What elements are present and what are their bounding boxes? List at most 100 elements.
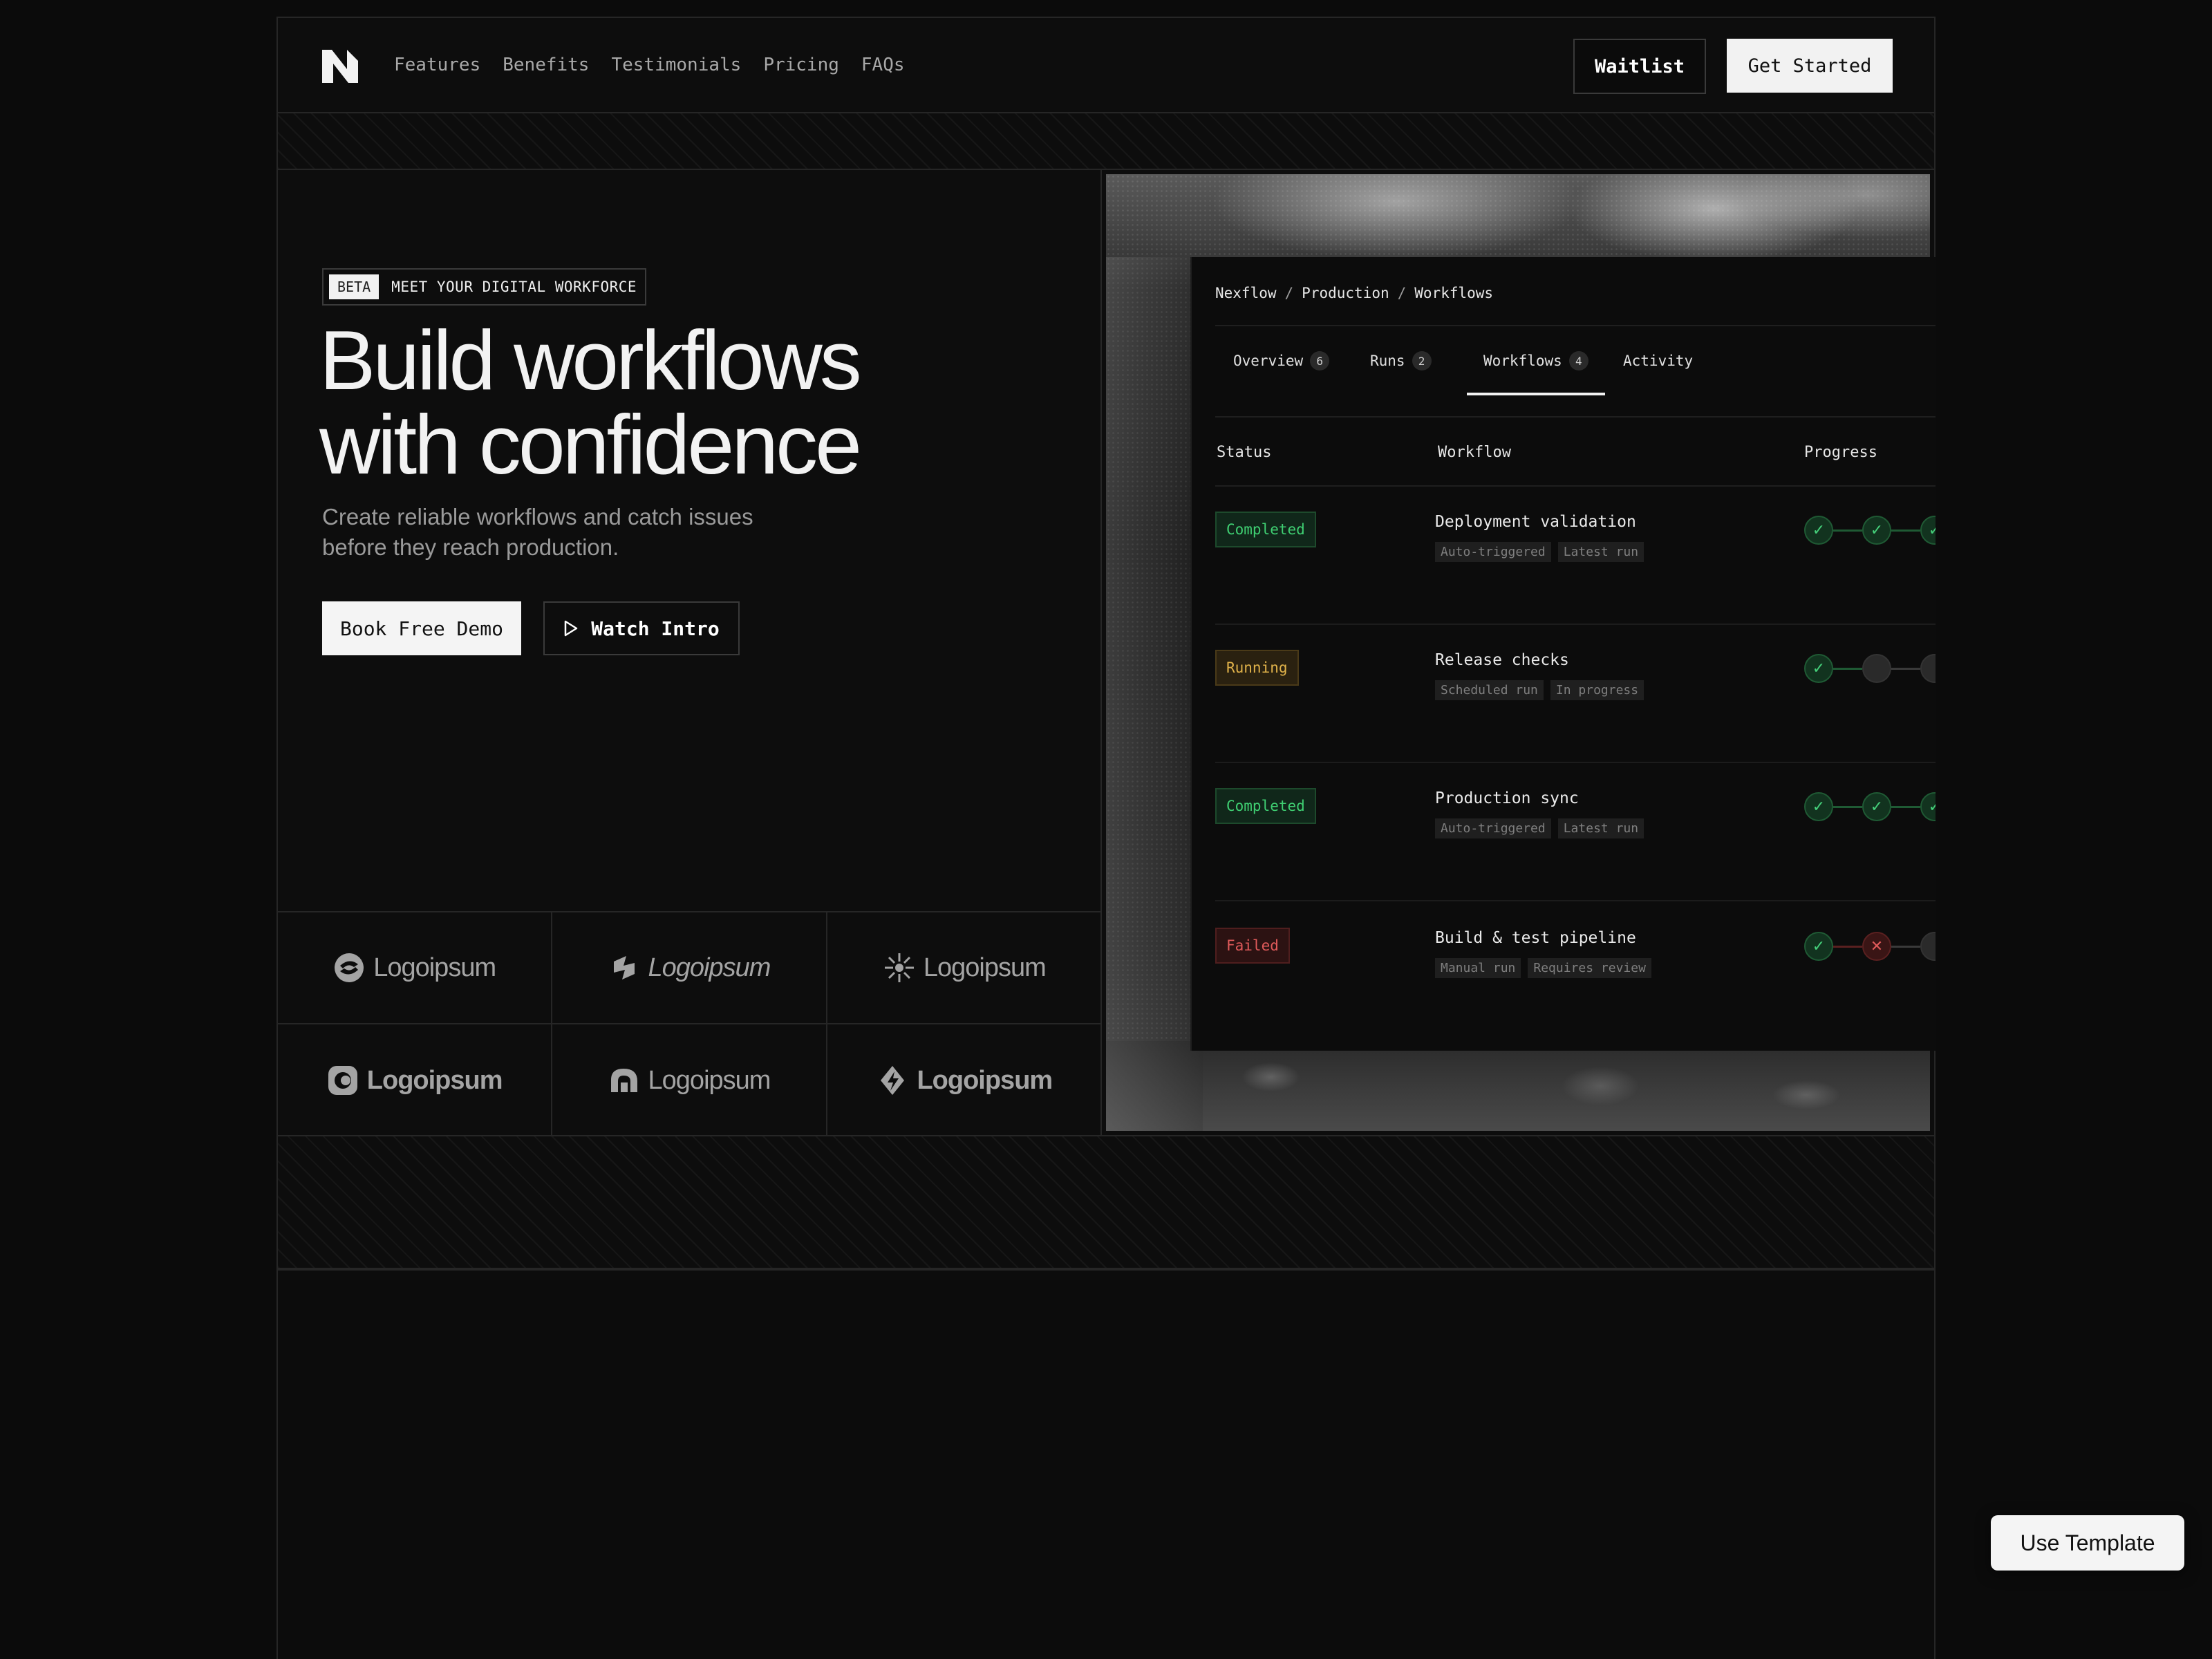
tab-overview[interactable]: Overview 6 [1233, 326, 1330, 395]
tag: Manual run [1435, 958, 1521, 978]
nav-link-testimonials[interactable]: Testimonials [611, 55, 741, 75]
step-connector [1833, 805, 1862, 808]
nav-link-pricing[interactable]: Pricing [763, 55, 839, 75]
watch-intro-label: Watch Intro [591, 617, 720, 640]
tag: In progress [1550, 680, 1644, 700]
nav-link-features[interactable]: Features [394, 55, 480, 75]
tab-runs[interactable]: Runs 2 [1370, 326, 1432, 395]
workflow-name[interactable]: Deployment validation [1435, 513, 1636, 531]
use-template-button[interactable]: Use Template [1991, 1515, 2184, 1571]
pending-step-icon [1862, 654, 1891, 683]
logo-text: Logoipsum [366, 1065, 503, 1095]
brand-logo-icon[interactable] [321, 48, 359, 84]
column-header-workflow[interactable]: Workflow [1438, 444, 1511, 461]
step-connector [1833, 529, 1862, 532]
workflow-tags: Auto-triggered Latest run [1435, 818, 1644, 838]
logo-cell: Logoipsum [278, 1024, 553, 1136]
step-connector [1891, 805, 1920, 808]
breadcrumb: Nexflow / Production / Workflows [1215, 285, 1493, 301]
workflow-name[interactable]: Build & test pipeline [1435, 929, 1636, 947]
logo-text: Logoipsum [923, 953, 1047, 982]
tab-count: 6 [1310, 351, 1330, 371]
pending-step-icon [1920, 654, 1936, 683]
table-row[interactable]: Running Release checks Scheduled run In … [1215, 625, 1936, 763]
tab-activity[interactable]: Activity [1623, 326, 1693, 395]
breadcrumb-separator: / [1284, 285, 1294, 301]
watch-intro-button[interactable]: Watch Intro [543, 601, 740, 655]
tag: Auto-triggered [1435, 542, 1551, 562]
progress-steps: ✓ ✓ ✓ [1804, 792, 1936, 821]
nav-link-benefits[interactable]: Benefits [503, 55, 589, 75]
logo-bolt-icon [613, 956, 635, 980]
hero-subtitle: Create reliable workflows and catch issu… [322, 502, 847, 563]
waitlist-button[interactable]: Waitlist [1573, 39, 1706, 94]
tab-label: Workflows [1483, 353, 1562, 369]
close-icon: ✕ [1862, 932, 1891, 961]
foliage-texture [1106, 1041, 1930, 1131]
nav-link-faqs[interactable]: FAQs [861, 55, 905, 75]
tab-count: 2 [1412, 351, 1432, 371]
workflow-name[interactable]: Production sync [1435, 789, 1579, 807]
logo-text: Logoipsum [373, 953, 496, 982]
check-icon: ✓ [1862, 516, 1891, 545]
beta-tag: BETA [329, 274, 379, 299]
column-header-progress[interactable]: Progress [1804, 444, 1877, 461]
tag: Latest run [1557, 818, 1644, 838]
breadcrumb-separator: / [1397, 285, 1407, 301]
step-connector [1833, 667, 1862, 670]
progress-steps: ✓ ✕ [1804, 932, 1936, 961]
nav-links: Features Benefits Testimonials Pricing F… [394, 18, 905, 112]
logo-cell: Logoipsum [552, 912, 827, 1024]
customer-logos: Logoipsum Logoipsum Logoipsum Logoipsum … [278, 911, 1102, 1136]
hero-title-line-1: Build workflows [319, 313, 862, 407]
workflow-app-window: Nexflow / Production / Workflows Overview 6 … [1190, 257, 1936, 1051]
step-connector [1833, 945, 1862, 948]
progress-steps: ✓ ✓ ✓ [1804, 516, 1936, 545]
breadcrumb-workflows[interactable]: Workflows [1414, 285, 1493, 301]
step-connector [1891, 529, 1920, 532]
status-badge: Completed [1215, 788, 1316, 824]
logo-cell: Logoipsum [827, 1024, 1102, 1136]
tag: Requires review [1528, 958, 1651, 978]
workflow-name[interactable]: Release checks [1435, 651, 1569, 669]
logo-cell: Logoipsum [278, 912, 553, 1024]
table-row[interactable]: Completed Deployment validation Auto-tri… [1215, 487, 1936, 625]
check-icon: ✓ [1862, 792, 1891, 821]
logo-text: Logoipsum [648, 953, 771, 982]
workflow-tags: Manual run Requires review [1435, 958, 1651, 978]
tag: Latest run [1557, 542, 1644, 562]
breadcrumb-nexflow[interactable]: Nexflow [1215, 285, 1277, 301]
tab-label: Runs [1370, 353, 1405, 369]
lower-section [276, 1269, 1936, 1659]
play-icon [565, 620, 578, 637]
logo-swirl-icon [335, 953, 364, 982]
hero-content: BETA MEET YOUR DIGITAL WORKFORCE Build w… [278, 170, 1102, 1136]
get-started-button[interactable]: Get Started [1727, 39, 1893, 93]
logo-text: Logoipsum [917, 1065, 1053, 1095]
workflow-tags: Auto-triggered Latest run [1435, 542, 1644, 562]
announcement-badge: BETA MEET YOUR DIGITAL WORKFORCE [322, 268, 647, 306]
status-badge: Running [1215, 650, 1299, 686]
top-nav: Features Benefits Testimonials Pricing F… [276, 17, 1936, 113]
hero-title-line-2: with confidence [319, 397, 862, 491]
hero-subtitle-line-1: Create reliable workflows and catch issu… [322, 504, 753, 529]
workflow-tags: Scheduled run In progress [1435, 680, 1644, 700]
tag: Scheduled run [1435, 680, 1544, 700]
table-row[interactable]: Failed Build & test pipeline Manual run … [1215, 903, 1936, 1041]
logo-cell: Logoipsum [827, 912, 1102, 1024]
step-connector [1891, 667, 1920, 670]
check-icon: ✓ [1920, 516, 1936, 545]
book-demo-button[interactable]: Book Free Demo [322, 601, 521, 655]
hatched-divider [276, 113, 1936, 169]
logo-ring-icon [328, 1066, 357, 1095]
logo-diamond-icon [881, 1066, 905, 1095]
tab-workflows[interactable]: Workflows 4 [1467, 326, 1605, 395]
progress-steps: ✓ [1804, 654, 1936, 683]
table-row[interactable]: Completed Production sync Auto-triggered… [1215, 763, 1936, 901]
tab-count: 4 [1568, 351, 1588, 371]
check-icon: ✓ [1920, 792, 1936, 821]
logo-sunburst-icon [884, 953, 914, 982]
check-icon: ✓ [1804, 932, 1833, 961]
column-header-status[interactable]: Status [1217, 444, 1271, 461]
breadcrumb-production[interactable]: Production [1302, 285, 1389, 301]
